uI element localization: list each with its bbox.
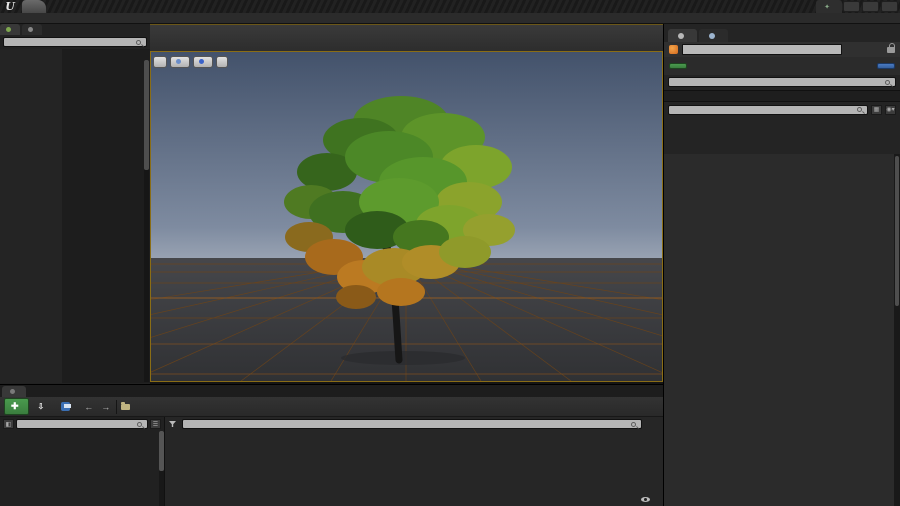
forward-arrow-icon[interactable]: → bbox=[99, 402, 112, 412]
lit-icon bbox=[199, 59, 204, 64]
folder-tree bbox=[0, 431, 164, 432]
title-bar: U ✦ bbox=[0, 0, 900, 14]
viewport-toolbar bbox=[153, 54, 660, 69]
unreal-logo-icon: U bbox=[5, 0, 15, 13]
content-browser-footer bbox=[165, 497, 663, 506]
search-paths-input[interactable] bbox=[16, 419, 148, 429]
save-all-button[interactable] bbox=[56, 400, 78, 413]
place-actors-categories bbox=[0, 49, 62, 383]
eye-icon bbox=[641, 497, 650, 502]
search-components-input[interactable] bbox=[668, 77, 896, 87]
search-classes-input[interactable] bbox=[3, 37, 147, 47]
import-icon: ⇩ bbox=[37, 402, 45, 411]
sources-panel: ◧ ☰ bbox=[0, 417, 165, 506]
tree-shadow bbox=[341, 351, 465, 365]
tools-icon: ✦ bbox=[824, 4, 830, 11]
add-new-icon: ✚ bbox=[11, 401, 19, 411]
details-panel: ▦ ◉▾ bbox=[663, 24, 900, 506]
asset-grid bbox=[165, 431, 663, 433]
add-new-button[interactable]: ✚ bbox=[4, 398, 29, 415]
perspective-button[interactable] bbox=[170, 55, 190, 68]
search-icon bbox=[631, 421, 636, 427]
sources-scrollbar[interactable] bbox=[159, 431, 164, 506]
content-browser-tabrow bbox=[0, 385, 663, 397]
unreal-editor-window: { "window": { "title": "DemoScene_GameJa… bbox=[0, 0, 900, 506]
world-settings-icon bbox=[709, 32, 715, 39]
place-actors-panel bbox=[0, 24, 150, 384]
add-component-button[interactable] bbox=[669, 63, 687, 69]
viewport[interactable] bbox=[150, 51, 663, 382]
search-icon bbox=[857, 107, 862, 112]
search-assets-input[interactable] bbox=[182, 419, 642, 429]
search-icon bbox=[136, 39, 141, 45]
details-spacer bbox=[664, 90, 900, 102]
tab-place-actors[interactable] bbox=[0, 24, 20, 35]
blueprint-add-script-button[interactable] bbox=[877, 63, 895, 69]
project-window-tab[interactable] bbox=[22, 0, 46, 13]
import-button[interactable]: ⇩ bbox=[33, 400, 53, 413]
world-outliner-icon bbox=[28, 27, 33, 32]
houdini-actor-icon bbox=[669, 45, 678, 54]
tab-world-outliner[interactable] bbox=[22, 24, 42, 35]
viewport-scene bbox=[151, 52, 662, 381]
display-filter-eye-icon[interactable]: ◉▾ bbox=[885, 104, 896, 115]
maximize-button[interactable] bbox=[862, 1, 879, 12]
viewport-options-button[interactable] bbox=[153, 55, 167, 68]
tab-world-settings[interactable] bbox=[699, 29, 728, 42]
lock-icon[interactable] bbox=[887, 42, 895, 53]
main-toolbar bbox=[150, 24, 663, 51]
details-tabs bbox=[664, 29, 900, 42]
content-browser: ✚ ⇩ ← → ◧ ☰ bbox=[0, 384, 663, 506]
show-button[interactable] bbox=[216, 55, 228, 68]
tab-details[interactable] bbox=[668, 29, 697, 42]
close-button[interactable] bbox=[881, 1, 898, 12]
component-buttons-row bbox=[664, 57, 900, 75]
filters-button[interactable] bbox=[169, 421, 178, 427]
view-options-button[interactable] bbox=[641, 497, 653, 502]
path-folder-icon bbox=[121, 401, 131, 410]
sources-toggle-icon[interactable]: ◧ bbox=[3, 419, 14, 429]
window-controls bbox=[843, 1, 898, 12]
minimize-button[interactable] bbox=[843, 1, 860, 12]
content-browser-toolbar: ✚ ⇩ ← → bbox=[0, 397, 663, 417]
lit-button[interactable] bbox=[193, 55, 213, 68]
back-arrow-icon[interactable]: ← bbox=[82, 402, 95, 412]
filter-icon bbox=[169, 421, 176, 427]
perspective-icon bbox=[176, 59, 181, 64]
place-actors-items bbox=[62, 49, 150, 383]
place-actors-icon bbox=[6, 27, 11, 32]
search-details-input[interactable] bbox=[668, 104, 868, 115]
assets-panel bbox=[165, 417, 663, 506]
sources-menu-icon[interactable]: ☰ bbox=[150, 419, 161, 429]
tab-content-browser[interactable] bbox=[2, 386, 26, 397]
gamejam-tools-window-tab[interactable]: ✦ bbox=[816, 0, 842, 14]
property-matrix-icon[interactable]: ▦ bbox=[871, 104, 882, 115]
details-icon bbox=[678, 32, 684, 39]
search-icon bbox=[137, 421, 142, 427]
content-browser-icon bbox=[10, 389, 15, 394]
left-panel-tabs bbox=[0, 24, 150, 35]
actor-name-row bbox=[664, 42, 900, 57]
search-details-row: ▦ ◉▾ bbox=[664, 102, 900, 117]
place-actors-scrollbar[interactable] bbox=[144, 60, 149, 382]
details-scrollbar[interactable] bbox=[894, 154, 900, 506]
save-all-icon bbox=[61, 402, 72, 411]
actor-name-field[interactable] bbox=[682, 44, 842, 55]
menu-bar bbox=[0, 13, 900, 24]
details-properties bbox=[664, 154, 894, 506]
search-icon bbox=[885, 79, 890, 85]
